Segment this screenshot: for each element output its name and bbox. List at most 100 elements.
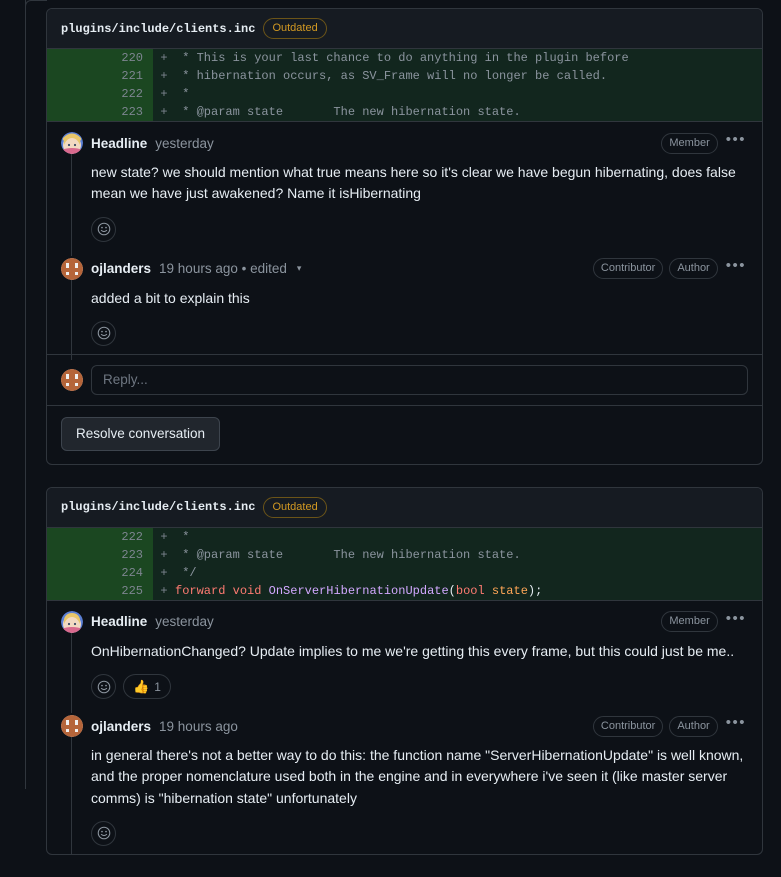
review-thread-2: plugins/include/clients.inc Outdated 222… [46,486,763,855]
diff-line-number: 224 [47,563,153,582]
kebab-horizontal-icon[interactable]: ••• [724,715,748,734]
avatar-current-user [61,368,83,391]
smiley-plus-icon[interactable] [91,674,116,700]
review-thread-1: plugins/include/clients.inc Outdated 220… [46,8,763,465]
thumbsup-icon: 👍 [133,678,150,694]
diff-sign: + [160,51,168,65]
diff-code: * @param state The new hibernation state… [175,105,521,119]
comment-header-actions: Contributor Author ••• [592,715,748,737]
diff-line-number: 221 [47,67,153,85]
avatar[interactable] [61,715,83,738]
diff-line-number: 222 [47,85,153,103]
comment-author[interactable]: Headline [91,614,147,629]
comment-header: Headline yesterday Member ••• [61,610,748,633]
diff-code: * [175,529,190,544]
diff-sign: + [160,87,168,101]
diff-line-number: 220 [47,49,153,67]
chevron-down-icon[interactable]: ▾ [297,263,302,274]
comment-thread-rail [71,152,72,256]
diff-line-number: 222 [47,527,153,546]
comment-timestamp[interactable]: 19 hours ago [159,719,238,734]
avatar[interactable] [61,132,83,154]
token-close-paren: ); [527,583,543,598]
reactions-bar [91,809,748,850]
diff-line-number: 223 [47,545,153,564]
diff-code: * This is your last chance to do anythin… [175,51,629,65]
file-header-1: plugins/include/clients.inc Outdated [47,9,762,49]
outdated-badge: Outdated [263,496,327,518]
token-function-name: OnServerHibernationUpdate [268,583,449,598]
diff-sign: + [160,547,168,562]
comment-timestamp[interactable]: yesterday [155,614,214,629]
avatar[interactable] [61,610,83,633]
role-badge-author: Author [669,258,718,280]
comment-timestamp[interactable]: yesterday [155,136,214,151]
comment-header-actions: Member ••• [661,611,748,633]
diff-row-highlighted: 225 + forward void OnServerHibernationUp… [47,581,762,600]
kebab-horizontal-icon[interactable]: ••• [724,132,748,151]
comment: Headline yesterday Member ••• OnHibernat… [47,601,762,714]
role-badge-member: Member [661,611,718,633]
file-header-2: plugins/include/clients.inc Outdated [47,487,762,528]
reactions-bar: 👍 1 [91,662,748,703]
comment-timestamp[interactable]: 19 hours ago • edited [159,261,287,276]
comment-body: OnHibernationChanged? Update implies to … [91,642,735,659]
smiley-plus-icon[interactable] [91,820,116,846]
diff-sign: + [160,69,168,83]
diff-row: 224 + */ [47,563,762,582]
comment-thread-rail [71,279,72,360]
token-keyword-bool: bool [455,583,485,598]
diff-line-number: 223 [47,103,153,121]
file-path[interactable]: plugins/include/clients.inc [61,500,255,514]
kebab-horizontal-icon[interactable]: ••• [724,611,748,630]
reply-input[interactable] [91,364,748,395]
diff-code-syntax: forward void OnServerHibernationUpdate(b… [175,582,762,600]
outdated-badge: Outdated [263,18,327,39]
diff-row: 222 + * [47,527,762,546]
comment-header: ojlanders 19 hours ago Contributor Autho… [61,715,748,738]
comment-body: new state? we should mention what true m… [91,164,736,202]
comment-thread-rail [71,630,72,714]
diff-code: * hibernation occurs, as SV_Frame will n… [175,69,608,83]
comment-author[interactable]: ojlanders [91,719,151,734]
reactions-bar [91,205,748,246]
timeline-rail [25,0,26,789]
diff-hunk-2: 222 + * 223 + * @param state The new hib… [47,527,762,601]
diff-code: */ [175,565,197,580]
comment: ojlanders 19 hours ago Contributor Autho… [47,707,762,854]
comment: Headline yesterday Member ••• new state?… [47,122,762,256]
role-badge-member: Member [661,132,718,154]
diff-row: 223 + * @param state The new hibernation… [47,103,762,121]
review-threads-container: plugins/include/clients.inc Outdated 220… [46,0,763,877]
role-badge-author: Author [669,715,718,737]
reply-zone [47,353,762,405]
smiley-plus-icon[interactable] [91,216,116,242]
smiley-plus-icon[interactable] [91,320,116,346]
reaction-thumbsup[interactable]: 👍 1 [123,674,171,700]
token-keyword-void: void [232,583,262,598]
diff-sign: + [160,105,168,119]
diff-sign: + [160,529,168,544]
timeline-rail-cap [25,0,47,8]
comment-body: added a bit to explain this [91,289,250,306]
diff-row: 221 + * hibernation occurs, as SV_Frame … [47,67,762,85]
diff-hunk-1: 220 + * This is your last chance to do a… [47,49,762,122]
kebab-horizontal-icon[interactable]: ••• [724,258,748,277]
diff-sign: + [160,565,168,580]
reactions-bar [91,309,748,350]
file-path[interactable]: plugins/include/clients.inc [61,22,255,36]
comment-author[interactable]: Headline [91,136,147,151]
diff-row: 223 + * @param state The new hibernation… [47,545,762,564]
resolve-conversation-button[interactable]: Resolve conversation [61,416,221,451]
comment-header: ojlanders 19 hours ago • edited ▾ Contri… [61,257,748,280]
comment-author[interactable]: ojlanders [91,261,151,276]
comment-header-actions: Contributor Author ••• [592,258,748,280]
token-keyword-forward: forward [175,583,226,598]
comment-body: in general there's not a better way to d… [91,747,744,806]
reaction-count: 1 [154,679,161,694]
diff-code: * @param state The new hibernation state… [175,547,521,562]
role-badge-contributor: Contributor [592,715,664,737]
avatar[interactable] [61,257,83,280]
comment-header-actions: Member ••• [661,132,748,154]
resolve-zone: Resolve conversation [47,404,762,464]
